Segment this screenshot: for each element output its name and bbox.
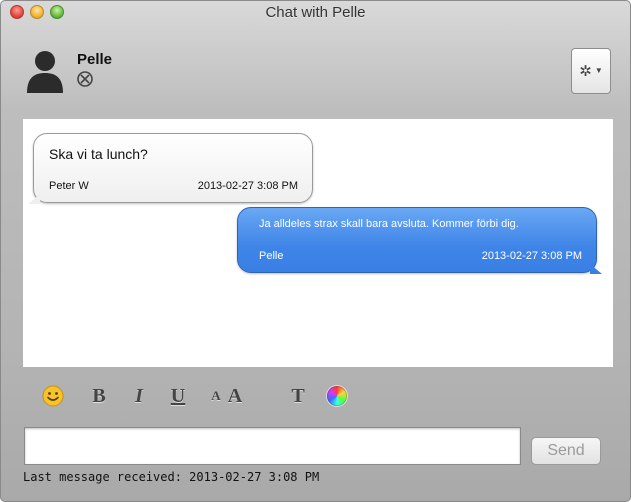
smiley-icon[interactable] <box>41 381 65 411</box>
message-text: Ska vi ta lunch? <box>49 146 148 162</box>
title-bar[interactable]: Chat with Pelle <box>1 1 630 23</box>
offline-icon <box>77 71 93 87</box>
message-text: Ja alldeles strax skall bara avsluta. Ko… <box>259 218 519 230</box>
larger-text-button[interactable]: A <box>225 381 245 411</box>
smaller-text-button[interactable]: A <box>209 381 223 411</box>
message-bubble-incoming: Ska vi ta lunch? Peter W 2013-02-27 3:08… <box>28 133 313 204</box>
message-sender: Peter W <box>49 180 89 192</box>
chevron-down-icon: ▼ <box>594 66 603 75</box>
message-sender: Pelle <box>259 250 284 262</box>
gear-icon: ✲ <box>579 62 592 80</box>
chat-transcript[interactable]: Ska vi ta lunch? Peter W 2013-02-27 3:08… <box>23 119 613 367</box>
underline-button[interactable]: U <box>168 381 188 411</box>
settings-menu-button[interactable]: ✲ ▼ <box>571 48 611 94</box>
color-picker-button[interactable] <box>325 381 349 411</box>
message-timestamp: 2013-02-27 3:08 PM <box>197 180 298 192</box>
send-button[interactable]: Send <box>531 437 601 465</box>
window-title: Chat with Pelle <box>265 4 366 21</box>
last-message-status: Last message received: 2013-02-27 3:08 P… <box>23 470 320 484</box>
font-button[interactable]: T <box>287 381 309 411</box>
message-bubble-outgoing: Ja alldeles strax skall bara avsluta. Ko… <box>237 207 602 274</box>
message-input[interactable] <box>24 427 521 465</box>
italic-button[interactable]: I <box>129 381 149 411</box>
avatar <box>27 51 63 93</box>
contact-name: Pelle <box>77 51 113 68</box>
bold-button[interactable]: B <box>89 381 109 411</box>
color-wheel-icon <box>327 386 347 406</box>
chat-window: Chat with Pelle Pelle ✲ ▼ Ska vi ta lunc… <box>0 0 631 502</box>
message-timestamp: 2013-02-27 3:08 PM <box>481 250 582 262</box>
bubble-tail <box>28 194 40 204</box>
bubble-tail <box>590 264 602 274</box>
